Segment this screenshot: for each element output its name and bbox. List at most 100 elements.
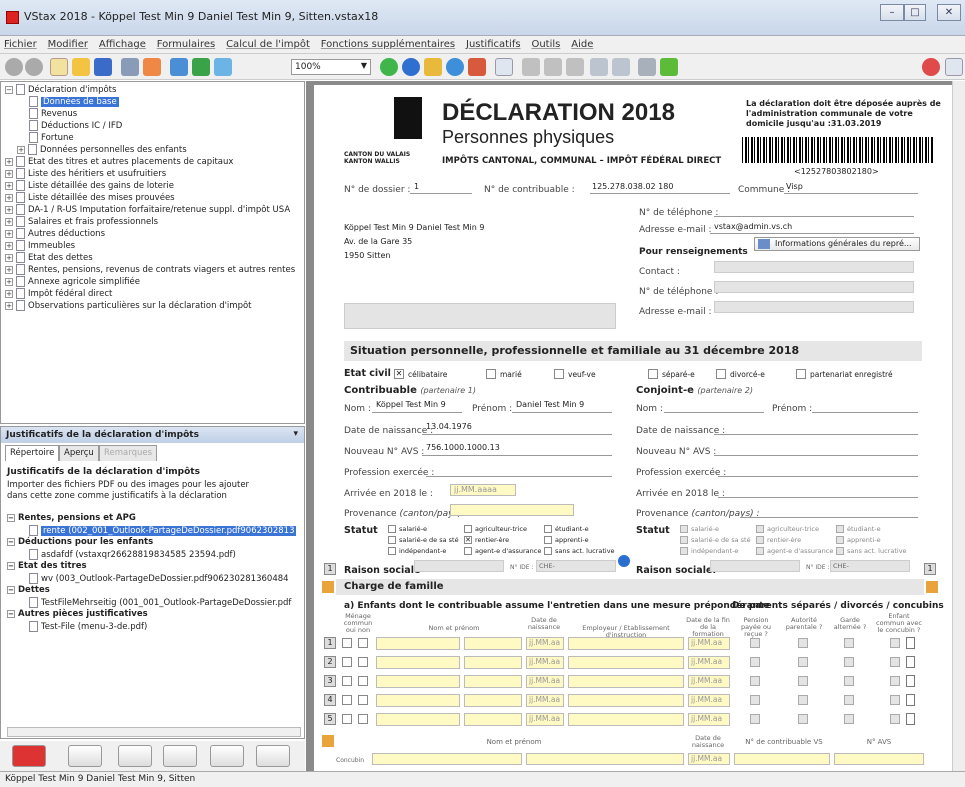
conj-independant-checkbox[interactable] — [680, 547, 688, 555]
apprenti-checkbox[interactable] — [544, 536, 552, 544]
tree-item[interactable]: + DA-1 / R-US Imputation forfaitaire/rete… — [5, 204, 290, 215]
child-fin-field[interactable]: jj.MM.aa — [688, 713, 730, 726]
email-field[interactable]: vstax@admin.vs.ch — [714, 222, 792, 231]
autorite-checkbox[interactable] — [798, 695, 808, 705]
open-folder-icon[interactable] — [72, 58, 90, 76]
conj-ide-field[interactable]: CHE- — [830, 560, 910, 572]
minimize-button[interactable]: – — [880, 4, 904, 21]
transfer-icon[interactable] — [143, 58, 161, 76]
collapse-icon[interactable]: − — [7, 585, 15, 594]
info-icon[interactable] — [618, 555, 630, 567]
conj-raison-sociale-field[interactable] — [710, 560, 800, 572]
commune-field[interactable]: Visp — [786, 182, 803, 191]
expand-icon[interactable]: + — [5, 265, 13, 274]
expand-icon[interactable]: + — [5, 277, 13, 286]
child-nom-field[interactable] — [376, 713, 460, 726]
document-icon[interactable] — [906, 713, 915, 725]
panel-icon[interactable] — [945, 58, 963, 76]
commun-checkbox[interactable] — [890, 695, 900, 705]
list-item[interactable]: rente (002_001_Outlook-PartageDeDossier.… — [29, 525, 297, 536]
tree-item[interactable]: + Liste détaillée des gains de loterie — [5, 180, 174, 191]
autorite-checkbox[interactable] — [798, 676, 808, 686]
menu-outils[interactable]: Outils — [527, 36, 564, 50]
group-deductions[interactable]: − Déductions pour les enfants — [7, 537, 153, 547]
arrow-left-icon[interactable] — [638, 58, 656, 76]
conj-sans-act-checkbox[interactable] — [836, 547, 844, 555]
commun-checkbox[interactable] — [890, 657, 900, 667]
conj-rentier-checkbox[interactable] — [756, 536, 764, 544]
info-button[interactable]: Informations générales du repré... — [754, 237, 920, 251]
veuf-checkbox[interactable] — [554, 369, 564, 379]
new-file-icon[interactable] — [50, 58, 68, 76]
menage-oui-checkbox[interactable] — [342, 657, 352, 667]
tree-item[interactable]: + Impôt fédéral direct — [5, 288, 112, 299]
collapse-icon[interactable]: − — [7, 609, 15, 618]
home-icon[interactable] — [214, 58, 232, 76]
menage-non-checkbox[interactable] — [358, 695, 368, 705]
conj-apprenti-checkbox[interactable] — [836, 536, 844, 544]
edit-file-icon[interactable] — [118, 745, 152, 767]
autorite-checkbox[interactable] — [798, 657, 808, 667]
list-item[interactable]: TestFileMehrseitig (001_001_Outlook-Part… — [29, 597, 291, 608]
users-icon[interactable] — [170, 58, 188, 76]
agent-checkbox[interactable] — [464, 547, 472, 555]
contact-field[interactable] — [714, 261, 914, 273]
partenariat-checkbox[interactable] — [796, 369, 806, 379]
child-prenom-field[interactable] — [464, 675, 522, 688]
expand-icon[interactable]: + — [5, 241, 13, 250]
menu-modifier[interactable]: Modifier — [44, 36, 92, 50]
dossier-field[interactable]: 1 — [414, 182, 419, 191]
maximize-button[interactable]: □ — [904, 4, 926, 21]
commun-checkbox[interactable] — [890, 676, 900, 686]
delete-icon[interactable] — [12, 745, 46, 767]
independant-checkbox[interactable] — [388, 547, 396, 555]
expand-icon[interactable]: + — [5, 229, 13, 238]
child-nom-field[interactable] — [376, 637, 460, 650]
close-button[interactable]: ✕ — [937, 4, 961, 21]
tab-repertoire[interactable]: Répertoire — [5, 445, 60, 461]
collapse-icon[interactable]: − — [7, 561, 15, 570]
garde-checkbox[interactable] — [844, 638, 854, 648]
web-icon[interactable] — [446, 58, 464, 76]
child-nom-field[interactable] — [376, 656, 460, 669]
menage-oui-checkbox[interactable] — [342, 638, 352, 648]
tree-item[interactable]: + Données personnelles des enfants — [17, 144, 187, 155]
rentier-checkbox[interactable]: ✕ — [464, 536, 472, 544]
marie-checkbox[interactable] — [486, 369, 496, 379]
child-prenom-field[interactable] — [464, 694, 522, 707]
add-file-icon[interactable] — [68, 745, 102, 767]
pension-checkbox[interactable] — [750, 676, 760, 686]
concubin-vs-field[interactable] — [734, 753, 830, 765]
group-autres[interactable]: − Autres pièces justificatives — [7, 609, 148, 619]
menu-calcul[interactable]: Calcul de l'impôt — [222, 36, 314, 50]
sans-act-checkbox[interactable] — [544, 547, 552, 555]
separe-checkbox[interactable] — [648, 369, 658, 379]
child-employeur-field[interactable] — [568, 656, 684, 669]
add-row-icon[interactable] — [322, 581, 334, 593]
child-naissance-field[interactable]: jj.MM.aa — [526, 713, 564, 726]
list-item[interactable]: wv (003_Outlook-PartageDeDossier.pdf9062… — [29, 573, 289, 584]
raison-sociale-field[interactable] — [414, 560, 504, 572]
garde-checkbox[interactable] — [844, 676, 854, 686]
concubin-prenom-field[interactable] — [526, 753, 684, 765]
child-employeur-field[interactable] — [568, 675, 684, 688]
pension-checkbox[interactable] — [750, 714, 760, 724]
zoom-select[interactable]: 100% ▼ — [291, 59, 371, 75]
expand-icon[interactable]: + — [5, 169, 13, 178]
provenance-field[interactable] — [450, 504, 574, 516]
child-employeur-field[interactable] — [568, 713, 684, 726]
menage-oui-checkbox[interactable] — [342, 714, 352, 724]
conj-agriculteur-checkbox[interactable] — [756, 525, 764, 533]
expand-icon[interactable]: + — [5, 289, 13, 298]
child-fin-field[interactable]: jj.MM.aa — [688, 675, 730, 688]
tab-apercu[interactable]: Aperçu — [59, 445, 99, 461]
menu-aide[interactable]: Aide — [567, 36, 597, 50]
expand-icon[interactable]: + — [5, 301, 13, 310]
concubin-nom-field[interactable] — [372, 753, 522, 765]
child-nom-field[interactable] — [376, 675, 460, 688]
tab-remarques[interactable]: Remarques — [99, 445, 158, 461]
vertical-scrollbar[interactable] — [952, 81, 965, 771]
horizontal-scrollbar[interactable] — [7, 727, 301, 737]
help-icon[interactable] — [922, 58, 940, 76]
menage-non-checkbox[interactable] — [358, 676, 368, 686]
